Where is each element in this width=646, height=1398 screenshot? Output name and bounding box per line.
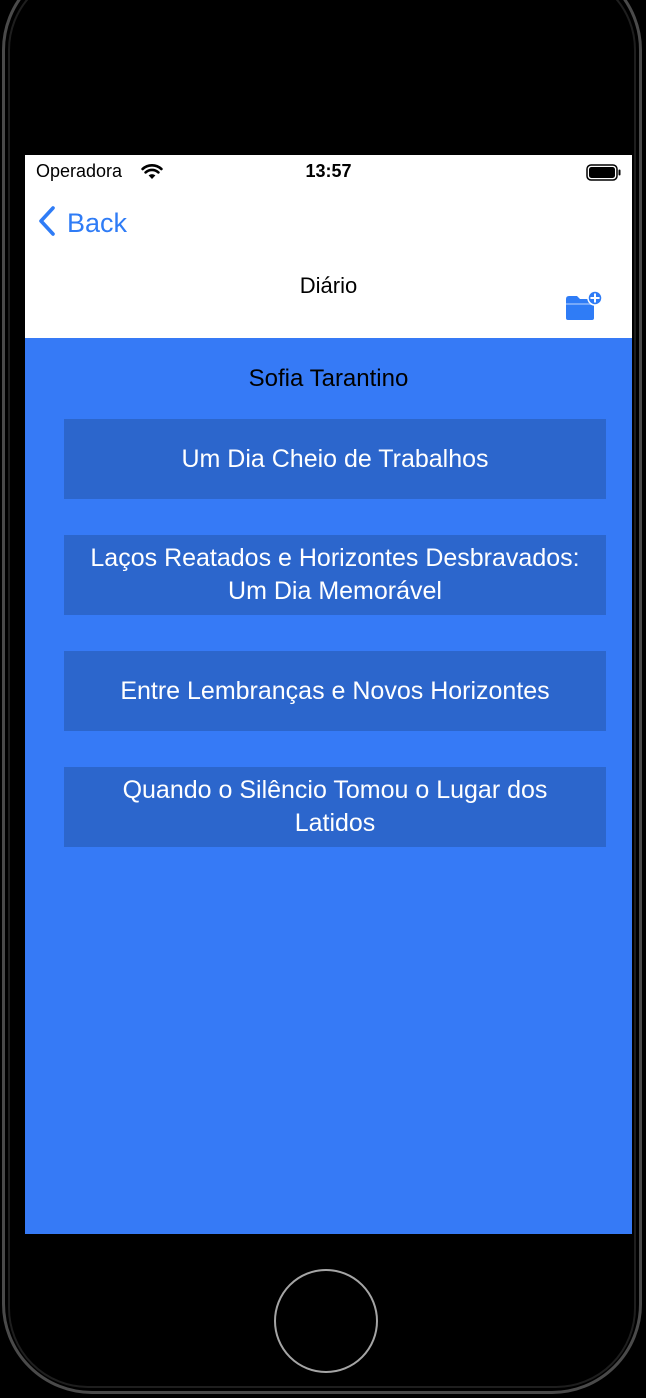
back-button[interactable]: Back — [37, 205, 127, 241]
diary-entry[interactable]: Um Dia Cheio de Trabalhos — [64, 419, 606, 499]
diary-entry-title: Laços Reatados e Horizontes Desbravados:… — [90, 544, 580, 605]
screen: Operadora 13:57 Back Diário Sofia Tarant… — [25, 155, 632, 1234]
back-button-label: Back — [67, 207, 128, 238]
diary-entry-title: Entre Lembranças e Novos Horizontes — [120, 676, 550, 705]
diary-entry[interactable]: Entre Lembranças e Novos Horizontes — [64, 651, 606, 731]
device-frame: Operadora 13:57 Back Diário Sofia Tarant… — [0, 0, 646, 1398]
navigation-bar: Back Diário — [25, 189, 632, 338]
page-title: Diário — [299, 273, 358, 298]
status-bar: Operadora 13:57 — [25, 155, 632, 189]
diary-entry[interactable]: Quando o Silêncio Tomou o Lugar dos Lati… — [64, 767, 606, 847]
diary-entry[interactable]: Laços Reatados e Horizontes Desbravados:… — [64, 535, 606, 615]
diary-entry-title: Um Dia Cheio de Trabalhos — [181, 444, 489, 473]
diary-owner-name: Sofia Tarantino — [248, 365, 409, 392]
diary-entry-title: Quando o Silêncio Tomou o Lugar dos Lati… — [122, 776, 548, 837]
chevron-left-icon — [37, 205, 57, 242]
status-time: 13:57 — [305, 161, 352, 181]
battery-icon — [586, 164, 622, 186]
home-button[interactable] — [274, 1269, 378, 1373]
folder-add-icon — [565, 290, 603, 325]
add-folder-button[interactable] — [565, 290, 603, 321]
